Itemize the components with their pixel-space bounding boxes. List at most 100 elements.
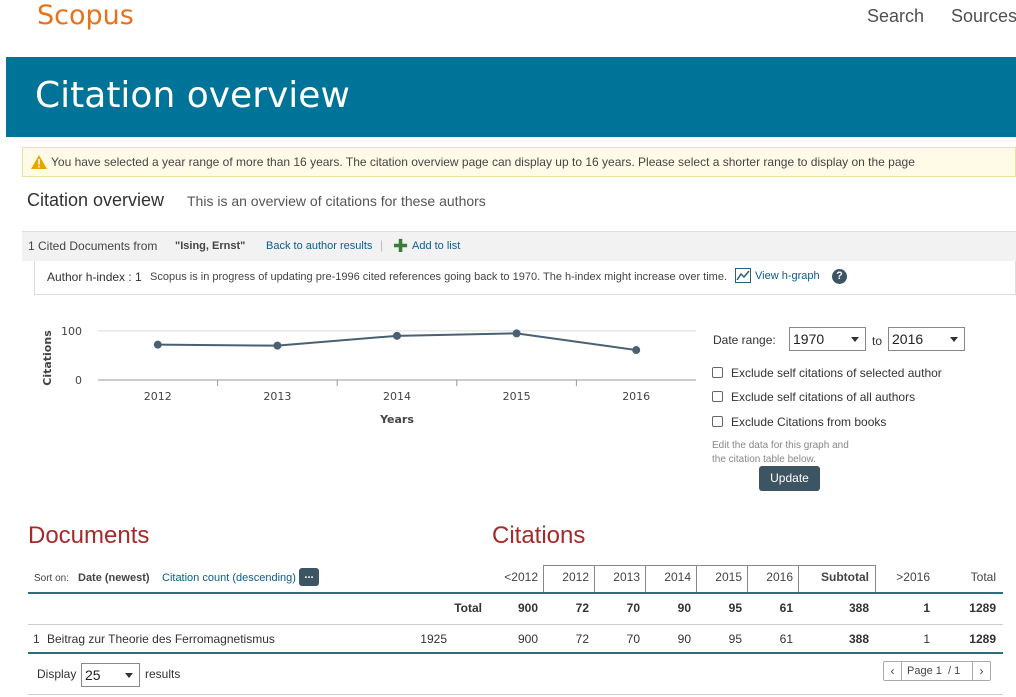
row-2015: 95	[728, 632, 742, 646]
plus-icon[interactable]: ✚	[393, 237, 408, 255]
row-number: 1	[33, 632, 40, 646]
add-to-list-link[interactable]: Add to list	[412, 240, 460, 252]
citations-heading: Citations	[492, 522, 586, 549]
data-point	[273, 341, 282, 350]
exclude-self-selected-checkbox[interactable]	[712, 367, 723, 378]
document-title-link[interactable]: Beitrag zur Theorie des Ferromagnetismus	[47, 632, 347, 646]
col-header-subtotal[interactable]: Subtotal	[798, 570, 869, 584]
chevron-left-icon[interactable]: ‹	[884, 662, 902, 680]
document-year: 1925	[420, 632, 447, 646]
col-header-2012[interactable]: 2012	[538, 570, 589, 584]
overview-title: Citation overview	[27, 190, 165, 210]
table-bottom-line	[28, 652, 1003, 654]
x-axis-title: Years	[379, 413, 414, 426]
back-to-author-results-link[interactable]: Back to author results	[266, 240, 372, 252]
col-header-2013[interactable]: 2013	[589, 570, 640, 584]
cited-documents-count: 1 Cited Documents from	[28, 239, 158, 253]
x-tick-label: 2013	[263, 390, 291, 403]
x-tick-label: 2016	[622, 390, 650, 403]
more-sort-options-button[interactable]: ...	[299, 568, 319, 586]
total-pre2012: 900	[517, 601, 538, 615]
totals-label: Total	[454, 601, 482, 615]
total-subtotal: 388	[848, 601, 869, 615]
col-header-pre2012[interactable]: <2012	[488, 570, 538, 584]
row-2012: 72	[575, 632, 589, 646]
total-2015: 95	[728, 601, 742, 615]
results-label: results	[145, 667, 181, 681]
to-year-value: 2016	[892, 331, 924, 347]
col-header-2015[interactable]: 2015	[691, 570, 742, 584]
sort-on-label: Sort on:	[34, 573, 70, 584]
update-button[interactable]: Update	[759, 466, 820, 491]
page-indicator: Page 1 / 1	[907, 665, 960, 677]
x-tick-label: 2015	[503, 390, 531, 403]
y-tick-label: 100	[61, 325, 82, 338]
hindex-label: Author h-index : 1	[47, 270, 142, 284]
exclude-self-all-checkbox[interactable]	[712, 391, 723, 402]
year-range-warning: You have selected a year range of more t…	[22, 147, 1016, 177]
sort-citation-count-link[interactable]: Citation count (descending)	[162, 572, 296, 584]
row-subtotal: 388	[848, 632, 869, 646]
edit-note-line1: Edit the data for this graph and	[712, 440, 849, 451]
results-per-page-value: 25	[85, 667, 101, 683]
data-point	[632, 346, 641, 355]
row-divider	[28, 624, 1003, 625]
results-per-page-select[interactable]: 25	[81, 663, 140, 687]
current-page: Page 1	[907, 665, 942, 677]
x-tick-label: 2014	[383, 390, 411, 403]
from-year-value: 1970	[793, 331, 825, 347]
title-banner: Citation overview	[6, 57, 1016, 137]
scopus-logo[interactable]: Scopus	[37, 0, 134, 31]
row-2016: 61	[779, 632, 793, 646]
h-graph-icon[interactable]	[735, 268, 751, 283]
warning-icon	[31, 155, 47, 169]
documents-bar: 1 Cited Documents from "Ising, Ernst" Ba…	[22, 231, 1016, 261]
row-2014: 90	[677, 632, 691, 646]
data-point	[512, 329, 521, 338]
col-header-total[interactable]: Total	[946, 570, 996, 584]
col-header-post2016[interactable]: >2016	[880, 570, 930, 584]
exclude-books-label: Exclude Citations from books	[731, 415, 887, 429]
exclude-self-selected-label: Exclude self citations of selected autho…	[731, 366, 942, 380]
col-header-2014[interactable]: 2014	[640, 570, 691, 584]
data-point	[393, 331, 401, 340]
hindex-note: Scopus is in progress of updating pre-19…	[150, 271, 728, 283]
from-year-select[interactable]: 1970	[789, 327, 866, 351]
nav-search[interactable]: Search	[867, 6, 924, 27]
nav-sources[interactable]: Sources	[951, 6, 1016, 27]
total-total: 1289	[969, 601, 996, 615]
top-bar: Scopus Search Sources	[0, 0, 1016, 56]
total-2016: 61	[779, 601, 793, 615]
y-axis-title: Citations	[41, 330, 54, 386]
total-2013: 70	[626, 601, 640, 615]
table-header-line	[28, 592, 1003, 594]
sort-date-newest[interactable]: Date (newest)	[78, 572, 150, 584]
author-name: "Ising, Ernst"	[175, 240, 246, 252]
help-icon[interactable]: ?	[832, 269, 847, 284]
hindex-panel: Author h-index : 1 Scopus is in progress…	[34, 261, 1016, 295]
display-label: Display	[37, 667, 77, 681]
edit-note: Edit the data for this graph and the cit…	[712, 439, 872, 467]
total-post2016: 1	[923, 601, 930, 615]
total-2014: 90	[677, 601, 691, 615]
chevron-right-icon[interactable]: ›	[972, 662, 990, 680]
edit-note-line2: the citation table below.	[712, 454, 816, 465]
warning-text: You have selected a year range of more t…	[51, 155, 915, 169]
x-tick-label: 2012	[144, 390, 172, 403]
row-post2016: 1	[923, 632, 930, 646]
to-year-select[interactable]: 2016	[888, 327, 965, 351]
row-2013: 70	[626, 632, 640, 646]
chevron-down-icon	[851, 337, 859, 342]
exclude-self-all-label: Exclude self citations of all authors	[731, 390, 916, 404]
exclude-books-checkbox[interactable]	[712, 416, 723, 427]
data-point	[153, 340, 162, 349]
col-header-2016[interactable]: 2016	[742, 570, 793, 584]
overview-subtitle: This is an overview of citations for the…	[187, 193, 486, 209]
y-tick-label: 0	[75, 374, 82, 387]
chevron-down-icon	[125, 673, 133, 678]
row-pre2012: 900	[517, 632, 538, 646]
view-h-graph-link[interactable]: View h-graph	[755, 270, 820, 282]
pagination: ‹ Page 1 / 1 ›	[883, 661, 991, 681]
separator: |	[380, 238, 384, 252]
date-range-label: Date range:	[713, 333, 776, 347]
